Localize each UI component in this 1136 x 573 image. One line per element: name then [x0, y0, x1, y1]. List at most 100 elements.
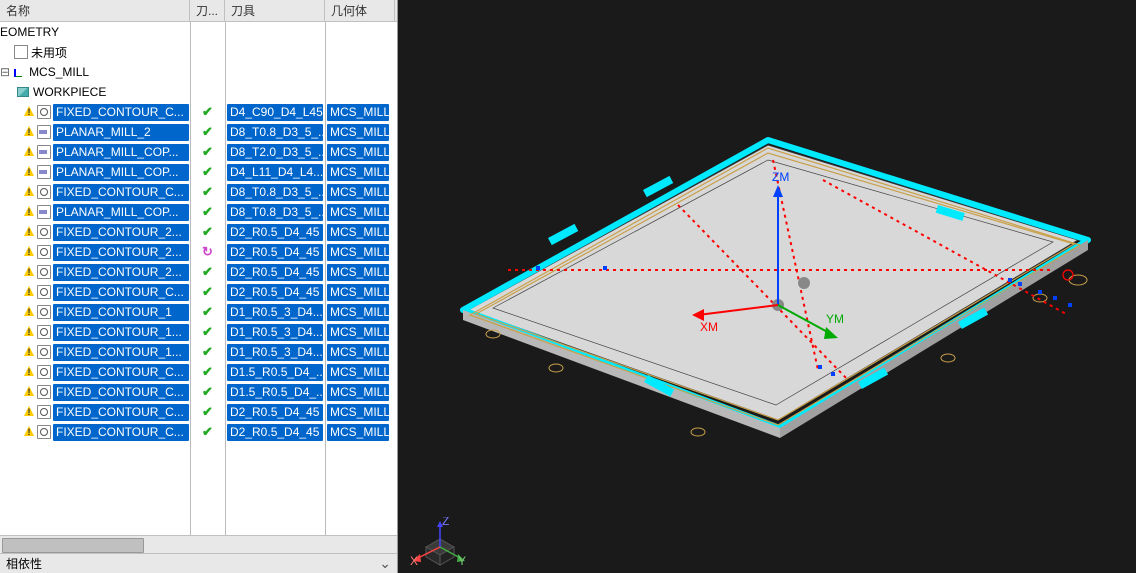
operation-name: FIXED_CONTOUR_1...: [53, 324, 189, 341]
tree-row-workpiece[interactable]: WORKPIECE: [0, 82, 397, 102]
operation-name: FIXED_CONTOUR_C...: [53, 424, 189, 441]
operation-row[interactable]: FIXED_CONTOUR_1...✔D1_R0.5_3_D4...MCS_MI…: [0, 342, 397, 362]
geom-name: MCS_MILL: [327, 184, 389, 201]
graphics-viewport[interactable]: ZM XM YM Z X Y: [398, 0, 1136, 573]
operation-name: FIXED_CONTOUR_C...: [53, 404, 189, 421]
operation-name: FIXED_CONTOUR_2...: [53, 224, 189, 241]
operation-row[interactable]: FIXED_CONTOUR_1✔D1_R0.5_3_D4...MCS_MILL: [0, 302, 397, 322]
replay-arrow-icon: ↻: [202, 244, 213, 260]
operation-name: FIXED_CONTOUR_C...: [53, 284, 189, 301]
operation-row[interactable]: PLANAR_MILL_COP...✔D8_T0.8_D3_5_...MCS_M…: [0, 202, 397, 222]
warning-icon: [22, 405, 36, 419]
geom-name: MCS_MILL: [327, 424, 389, 441]
operation-row[interactable]: FIXED_CONTOUR_C...✔D1.5_R0.5_D4_...MCS_M…: [0, 362, 397, 382]
mcs-label: MCS_MILL: [29, 65, 89, 79]
operation-row[interactable]: FIXED_CONTOUR_2... ↻ D2_R0.5_D4_45MCS_MILL: [0, 242, 397, 262]
warning-icon: [22, 385, 36, 399]
geom-name: MCS_MILL: [327, 144, 389, 161]
operation-name: FIXED_CONTOUR_1...: [53, 344, 189, 361]
warning-icon: [22, 305, 36, 319]
operation-row[interactable]: FIXED_CONTOUR_C...✔D2_R0.5_D4_45MCS_MILL: [0, 402, 397, 422]
tool-name: D1.5_R0.5_D4_...: [227, 384, 323, 401]
operation-row[interactable]: PLANAR_MILL_2✔D8_T0.8_D3_5_...MCS_MILL: [0, 122, 397, 142]
axis-z-label: ZM: [772, 170, 789, 184]
column-divider: [325, 22, 326, 535]
collapse-icon[interactable]: ⊟: [0, 65, 10, 79]
workpiece-label: WORKPIECE: [33, 85, 106, 99]
warning-icon: [22, 125, 36, 139]
tool-name: D8_T0.8_D3_5_...: [227, 124, 323, 141]
tree-header: 名称 刀... 刀具 几何体: [0, 0, 397, 22]
operation-row[interactable]: FIXED_CONTOUR_2...✔D2_R0.5_D4_45MCS_MILL: [0, 222, 397, 242]
footer-row[interactable]: 相依性 ⌄: [0, 553, 397, 573]
operation-icon: [37, 265, 51, 279]
warning-icon: [22, 245, 36, 259]
part-body: [463, 140, 1088, 438]
tool-name: D8_T0.8_D3_5_...: [227, 184, 323, 201]
tool-name: D8_T2.0_D3_5_...: [227, 144, 323, 161]
tool-name: D4_C90_D4_L45: [227, 104, 323, 121]
operation-icon: [37, 325, 51, 339]
header-geom[interactable]: 几何体: [325, 0, 395, 21]
geom-name: MCS_MILL: [327, 244, 389, 261]
operation-row[interactable]: PLANAR_MILL_COP...✔D4_L11_D4_L4...MCS_MI…: [0, 162, 397, 182]
check-icon: ✔: [202, 324, 213, 340]
operation-row[interactable]: FIXED_CONTOUR_1...✔D1_R0.5_3_D4...MCS_MI…: [0, 322, 397, 342]
document-icon: [14, 45, 28, 59]
warning-icon: [22, 165, 36, 179]
view-triad[interactable]: Z X Y: [406, 517, 466, 567]
operation-name: FIXED_CONTOUR_C...: [53, 384, 189, 401]
column-divider: [225, 22, 226, 535]
geom-name: MCS_MILL: [327, 104, 389, 121]
workpiece-icon: [16, 85, 30, 99]
check-icon: ✔: [202, 184, 213, 200]
operation-row[interactable]: FIXED_CONTOUR_C...✔D8_T0.8_D3_5_...MCS_M…: [0, 182, 397, 202]
operation-icon: [37, 285, 51, 299]
header-status[interactable]: 刀...: [190, 0, 225, 21]
warning-icon: [22, 185, 36, 199]
check-icon: ✔: [202, 404, 213, 420]
operation-icon: [37, 405, 51, 419]
tree-body: EOMETRY 未用项 ⊟ MCS_MILL WORKPIECE FIXED_CO…: [0, 22, 397, 535]
operation-icon: [37, 105, 51, 119]
operation-row[interactable]: FIXED_CONTOUR_C...✔D1.5_R0.5_D4_...MCS_M…: [0, 382, 397, 402]
header-tool[interactable]: 刀具: [225, 0, 325, 21]
operation-row[interactable]: PLANAR_MILL_COP... ✔ D8_T2.0_D3_5_...MCS_M…: [0, 142, 397, 162]
tree-row-mcs[interactable]: ⊟ MCS_MILL: [0, 62, 397, 82]
footer-label: 相依性: [6, 555, 42, 572]
operation-icon: [37, 385, 51, 399]
warning-icon: [22, 345, 36, 359]
operation-icon: [37, 425, 51, 439]
geom-name: MCS_MILL: [327, 304, 389, 321]
operation-row[interactable]: FIXED_CONTOUR_C...✔D2_R0.5_D4_45MCS_MILL: [0, 282, 397, 302]
operation-icon: [37, 125, 51, 139]
operation-name: PLANAR_MILL_COP...: [53, 144, 189, 161]
check-icon: ✔: [202, 304, 213, 320]
unused-label: 未用项: [31, 44, 67, 61]
check-icon: ✔: [202, 144, 213, 160]
operation-row[interactable]: FIXED_CONTOUR_2...✔D2_R0.5_D4_45MCS_MILL: [0, 262, 397, 282]
tool-name: D2_R0.5_D4_45: [227, 244, 323, 261]
check-icon: ✔: [202, 104, 213, 120]
horizontal-scrollbar[interactable]: [0, 535, 397, 553]
operation-row[interactable]: FIXED_CONTOUR_C... ✔ D2_R0.5_D4_45MCS_MILL: [0, 422, 397, 442]
tree-row-geometry[interactable]: EOMETRY: [0, 22, 397, 42]
operation-name: PLANAR_MILL_COP...: [53, 204, 189, 221]
tool-name: D2_R0.5_D4_45: [227, 264, 323, 281]
header-name[interactable]: 名称: [0, 0, 190, 21]
tool-name: D2_R0.5_D4_45: [227, 424, 323, 441]
geom-name: MCS_MILL: [327, 264, 389, 281]
operation-row[interactable]: FIXED_CONTOUR_C...✔D4_C90_D4_L45MCS_MILL: [0, 102, 397, 122]
operation-name: PLANAR_MILL_COP...: [53, 164, 189, 181]
operation-icon: [37, 185, 51, 199]
geom-name: MCS_MILL: [327, 164, 389, 181]
operation-icon: [37, 165, 51, 179]
tree-row-unused[interactable]: 未用项: [0, 42, 397, 62]
warning-icon: [22, 285, 36, 299]
tool-name: D1_R0.5_3_D4...: [227, 304, 323, 321]
check-icon: ✔: [202, 424, 213, 440]
geom-name: MCS_MILL: [327, 364, 389, 381]
operation-name: FIXED_CONTOUR_2...: [53, 244, 189, 261]
check-icon: ✔: [202, 224, 213, 240]
tool-name: D1_R0.5_3_D4...: [227, 344, 323, 361]
